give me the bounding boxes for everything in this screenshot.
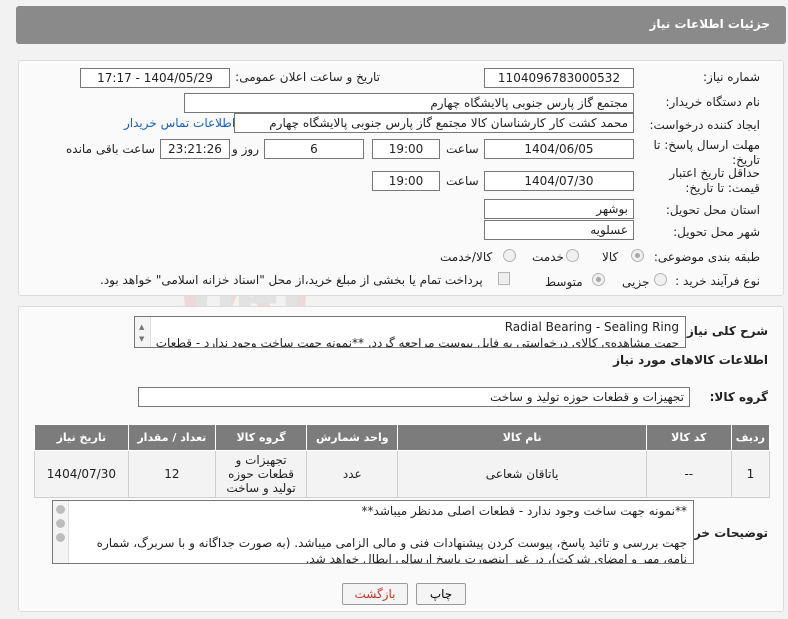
summary-scrollbar[interactable]: ▲ ▼ [135, 317, 151, 347]
category-radio-goods[interactable] [631, 249, 644, 262]
category-label: طبقه بندی موضوعی: [653, 250, 760, 264]
cell-group: تجهیزات و قطعات حوزه تولید و ساخت [214, 450, 308, 498]
delivery-city-field: عسلویه [484, 220, 634, 240]
scroll-up-icon[interactable] [56, 505, 65, 514]
summary-line-2: جهت مشاهده‌ی کالای درخواستی به فایل پیوس… [155, 336, 679, 348]
validity-time-field: 19:00 [372, 171, 440, 191]
table-row: 1 -- یاتاقان شعاعی عدد تجهیزات و قطعات ح… [34, 450, 771, 498]
goods-group-label: گروه کالا: [709, 390, 768, 404]
col-qty: تعداد / مقدار [127, 424, 216, 451]
notes-line-3: جهت بررسی و تائید پاسخ، پیوست کردن پیشنه… [96, 536, 687, 550]
cell-unit: عدد [306, 450, 399, 498]
cell-qty: 12 [127, 450, 216, 498]
reply-deadline-label: مهلت ارسال پاسخ: تا تاریخ: [653, 138, 760, 167]
goods-group-field: تجهیزات و قطعات حوزه تولید و ساخت [138, 387, 690, 407]
reply-date-field: 1404/06/05 [484, 139, 634, 159]
price-validity-label: حداقل تاریخ اعتبار قیمت: تا تاریخ: [669, 166, 760, 195]
cell-name: یاتاقان شعاعی [397, 450, 647, 498]
print-button[interactable]: چاپ [416, 583, 466, 605]
requester-label: ایجاد کننده درخواست: [649, 118, 760, 132]
payment-note: پرداخت تمام یا بخشی از مبلغ خرید،از محل … [100, 273, 483, 287]
process-option-medium: متوسط [545, 275, 583, 289]
scroll-down-icon[interactable]: ▼ [139, 331, 144, 347]
summary-line-1: Radial Bearing - Sealing Ring [504, 320, 679, 334]
cell-code: -- [645, 450, 732, 498]
remaining-time-field: 23:21:26 [160, 139, 230, 159]
notes-scrollbar[interactable] [53, 501, 69, 563]
cell-date: 1404/07/30 [34, 450, 129, 498]
col-row: ردیف [730, 424, 771, 451]
summary-textarea[interactable]: ▲ ▼ Radial Bearing - Sealing Ring جهت مش… [134, 316, 686, 348]
remaining-label: ساعت باقی مانده [66, 142, 156, 156]
goods-info-heading: اطلاعات کالاهای مورد نیاز [613, 353, 768, 367]
summary-label: شرح کلی نیاز: [682, 324, 768, 338]
goods-table: ردیف کد کالا نام کالا واحد شمارش گروه کا… [34, 424, 771, 498]
process-radio-minor[interactable] [654, 273, 667, 286]
reply-time-field: 19:00 [372, 139, 440, 159]
category-option-goods: کالا [602, 250, 619, 264]
process-radio-medium[interactable] [592, 273, 605, 286]
reply-days-field: 6 [264, 139, 364, 159]
delivery-city-label: شهر محل تحویل: [673, 225, 760, 239]
col-group: گروه کالا [214, 424, 308, 451]
category-radio-service[interactable] [566, 249, 579, 262]
page-header: جزئیات اطلاعات نیاز [16, 6, 786, 44]
scroll-thumb-icon[interactable] [56, 519, 65, 528]
day-and-label: روز و [232, 142, 259, 156]
buyer-contact-link[interactable]: اطلاعات تماس خریدار [124, 116, 235, 130]
page-title: جزئیات اطلاعات نیاز [649, 17, 770, 31]
need-number-label: شماره نیاز: [703, 70, 760, 84]
col-code: کد کالا [645, 424, 732, 451]
validity-time-label: ساعت [446, 174, 479, 188]
delivery-province-label: استان محل تحویل: [665, 203, 760, 217]
need-number-field: 1104096783000532 [484, 68, 634, 88]
notes-line-4: نامه، مهر و امضای شرکت)، در غیر اینصورت … [305, 552, 687, 564]
category-radio-goods-service[interactable] [503, 249, 516, 262]
back-button[interactable]: بازگشت [342, 583, 408, 605]
reply-time-label: ساعت [446, 142, 479, 156]
buyer-org-label: نام دستگاه خریدار: [665, 95, 761, 109]
notes-line-2 [75, 519, 687, 535]
notes-line-1: **نمونه جهت ساخت وجود ندارد - قطعات اصلی… [361, 504, 687, 518]
category-option-goods-service: کالا/خدمت [440, 250, 493, 264]
delivery-province-field: بوشهر [484, 199, 634, 219]
announce-datetime-label: تاریخ و ساعت اعلان عمومی: [235, 70, 380, 84]
cell-row: 1 [730, 450, 771, 498]
table-header-row: ردیف کد کالا نام کالا واحد شمارش گروه کا… [34, 424, 771, 451]
col-date: تاریخ نیاز [34, 424, 129, 451]
buyer-notes-textarea[interactable]: **نمونه جهت ساخت وجود ندارد - قطعات اصلی… [52, 500, 694, 564]
col-unit: واحد شمارش [306, 424, 399, 451]
category-option-service: خدمت [532, 250, 564, 264]
process-type-label: نوع فرآیند خرید : [675, 274, 760, 288]
buyer-org-field: مجتمع گاز پارس جنوبی پالایشگاه چهارم [184, 93, 634, 113]
col-name: نام کالا [397, 424, 647, 451]
treasury-payment-checkbox[interactable] [498, 272, 510, 285]
requester-field: محمد کشت کار کارشناسان کالا مجتمع گاز پا… [234, 113, 634, 133]
announce-datetime-field: 1404/05/29 - 17:17 [80, 68, 230, 88]
process-option-minor: جزیی [622, 275, 650, 289]
scroll-down-icon[interactable] [56, 533, 65, 542]
validity-date-field: 1404/07/30 [484, 171, 634, 191]
